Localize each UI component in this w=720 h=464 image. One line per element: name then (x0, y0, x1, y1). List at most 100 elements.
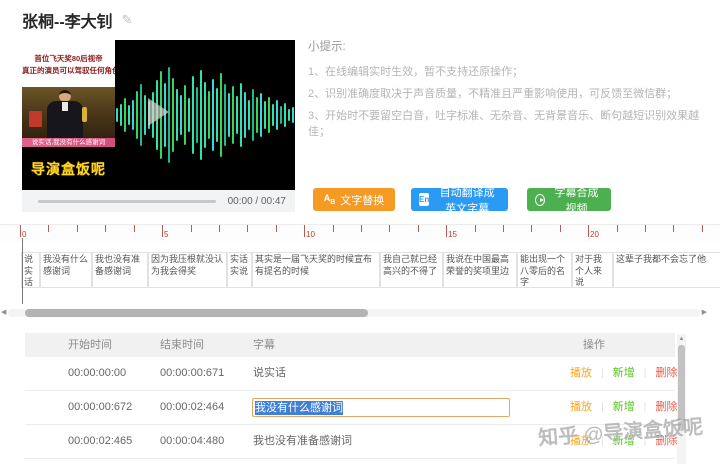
waveform-bar (268, 97, 270, 133)
ruler-tick (276, 225, 277, 232)
subtitle-segment[interactable]: 我说在中国最高荣誉的奖项里边 (443, 252, 517, 288)
scroll-right-icon[interactable]: ▶ (702, 308, 707, 317)
ruler-tick (389, 225, 390, 232)
start-time-cell: 00:00:00:00 (68, 367, 127, 379)
time-display: 00:00 / 00:47 (227, 195, 286, 207)
waveform-bar (280, 106, 282, 124)
waveform-bar (244, 92, 246, 138)
tips-panel: 小提示: 1、在线编辑实时生效，暂不支持还原操作； 2、识别准确度取决于声音质量… (308, 38, 716, 147)
ruler-tick (105, 225, 106, 232)
end-time-cell: 00:00:04:480 (160, 435, 225, 447)
ruler-tick: 10 (304, 225, 315, 239)
subtitle-segment[interactable]: 对于我个人来说 (572, 252, 613, 288)
action-separator: | (643, 436, 647, 447)
subtitle-segment[interactable]: 实话实说 (227, 252, 252, 288)
waveform-bar (196, 87, 198, 143)
add-row-action[interactable]: 新增 (613, 435, 635, 447)
delete-row-action[interactable]: 删除 (655, 435, 677, 447)
subtitle-segment[interactable]: 我没有什么感谢词 (40, 252, 92, 288)
horizontal-scrollbar-thumb[interactable] (25, 309, 368, 317)
table-body: 00:00:00:00 00:00:00:671 说实话 播放 | 新增 | 删… (25, 357, 677, 459)
waveform-bar (136, 91, 138, 139)
scroll-left-icon[interactable]: ◀ (1, 308, 6, 317)
ruler-tick: 15 (446, 225, 457, 239)
play-row-action[interactable]: 播放 (570, 435, 592, 447)
waveform-bar (116, 108, 118, 122)
waveform-bar (140, 84, 142, 146)
action-separator: | (601, 436, 604, 447)
ruler-tick (219, 225, 220, 232)
page-title: 张桐--李大钊 (22, 14, 113, 31)
waveform-bar (248, 100, 250, 130)
translate-button[interactable]: En 自动翻译成英文字幕 (411, 187, 508, 215)
tip-item: 3、开始时不要留空白音，吐字标准、无杂音、无背景音乐、断句越短识别效果越佳； (308, 109, 700, 138)
row-actions: 播放 | 新增 | 删除 (570, 425, 677, 458)
ruler-tick: 5 (162, 225, 168, 239)
ruler-tick (191, 225, 192, 232)
waveform-bar (240, 83, 242, 147)
add-row-action[interactable]: 新增 (613, 401, 635, 413)
tip-item: 2、识别准确度取决于声音质量，不精准且严重影响使用，可反馈至微信群； (308, 87, 678, 100)
waveform-bar (192, 76, 194, 154)
subtitle-segment[interactable]: 能出现一个八零后的名字 (517, 252, 572, 288)
scroll-up-icon[interactable]: ▲ (677, 334, 686, 343)
seek-bar[interactable] (38, 199, 216, 203)
video-frame[interactable]: 首位飞天奖80后视帝 真正的演员可以驾驭任何角色 说实话,我没有什么感谢词 导演… (22, 40, 295, 190)
waveform-bar (212, 79, 214, 151)
start-time-cell: 00:00:00:672 (68, 401, 133, 413)
add-row-action[interactable]: 新增 (613, 367, 635, 379)
subtitle-cell[interactable]: 我也没有准备感谢词 (253, 425, 352, 458)
play-row-action[interactable]: 播放 (570, 367, 592, 379)
end-time-cell: 00:00:02:464 (160, 401, 225, 413)
subtitle-segments-track: 说实话 我没有什么感谢词 我也没有准备感谢词 因为我压根就没认为我会得奖 实话实… (0, 252, 720, 288)
vertical-scrollbar[interactable]: ▲ (677, 334, 686, 464)
ruler-tick (77, 225, 78, 232)
caption-line-2: 真正的演员可以驾驭任何角色 (22, 65, 120, 75)
ruler-tick-label: 20 (590, 230, 599, 239)
vertical-scrollbar-thumb[interactable] (678, 345, 685, 431)
ruler-tick (134, 225, 135, 232)
delete-row-action[interactable]: 删除 (655, 367, 677, 379)
thumbnail-footer: 导演盒饭呢 (22, 147, 115, 190)
col-subtitle: 字幕 (253, 339, 275, 351)
playhead[interactable] (22, 238, 23, 304)
play-icon[interactable] (148, 98, 169, 126)
edit-title-icon[interactable]: ✎ (122, 12, 133, 28)
waveform-bar (184, 85, 186, 145)
video-thumbnail: 首位飞天奖80后视帝 真正的演员可以驾驭任何角色 说实话,我没有什么感谢词 导演… (22, 40, 120, 190)
play-row-action[interactable]: 播放 (570, 401, 592, 413)
ruler-tick (48, 225, 49, 232)
subtitle-cell[interactable]: 说实话 (253, 357, 286, 390)
ruler-tick-label: 15 (448, 230, 457, 239)
subtitle-segment[interactable]: 因为我压根就没认为我会得奖 (148, 252, 227, 288)
horizontal-scrollbar[interactable]: ◀ ▶ (1, 309, 707, 317)
subtitle-input[interactable]: 我没有什么感谢词 (252, 398, 510, 417)
table-row: 00:00:00:672 00:00:02:464 我没有什么感谢词 播放 | … (25, 391, 677, 425)
waveform-bar (260, 93, 262, 137)
waveform-bar (292, 107, 294, 123)
waveform-bar (252, 89, 254, 141)
subtitle-segment[interactable]: 其实是一届飞天奖的时候宣布有提名的时候 (252, 252, 380, 288)
video-controls: 00:00 / 00:47 (22, 190, 295, 212)
waveform-bar (120, 104, 122, 126)
timeline-ruler[interactable]: 0 5 10 15 20 (0, 224, 720, 242)
col-actions: 操作 (583, 339, 605, 351)
ruler-tick (617, 225, 618, 232)
subtitle-segment[interactable]: 我也没有准备感谢词 (92, 252, 148, 288)
selected-text: 我没有什么感谢词 (255, 400, 343, 415)
ruler-tick (361, 225, 362, 232)
action-separator: | (601, 368, 604, 379)
subtitle-segment[interactable]: 说实话 (21, 252, 40, 288)
col-end-time: 结束时间 (160, 339, 204, 351)
table-row: 00:00:02:465 00:00:04:480 我也没有准备感谢词 播放 |… (25, 425, 677, 459)
ruler-tick (247, 225, 248, 232)
start-time-cell: 00:00:02:465 (68, 435, 133, 447)
person-shirt (62, 102, 68, 111)
compose-video-button[interactable]: 字幕合成视频 (527, 187, 611, 215)
delete-row-action[interactable]: 删除 (655, 401, 677, 413)
text-replace-button[interactable]: AB 文字替换 (313, 188, 395, 211)
subtitle-segment[interactable]: 我自己就已经高兴的不得了 (380, 252, 443, 288)
row-actions: 播放 | 新增 | 删除 (570, 357, 677, 390)
subtitle-segment[interactable]: 这辈子我都不会忘了他 (613, 252, 720, 288)
subtitle-table: 开始时间 结束时间 字幕 操作 00:00:00:00 00:00:00:671… (25, 333, 677, 459)
